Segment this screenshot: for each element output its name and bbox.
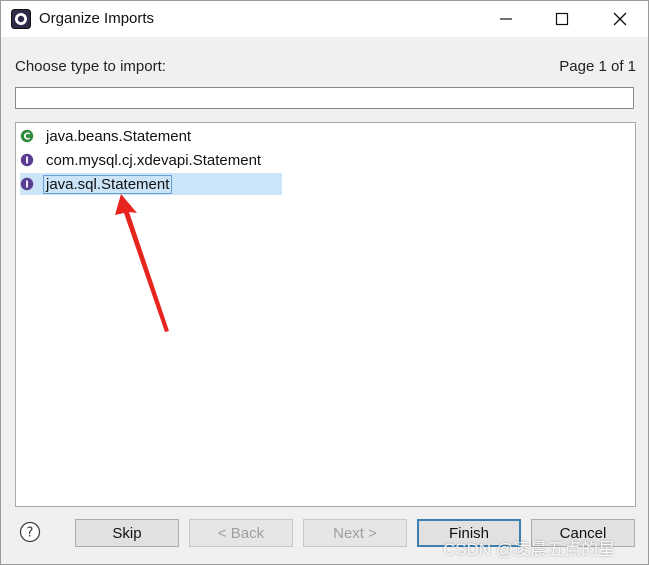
window-title: Organize Imports — [39, 10, 155, 27]
maximize-button[interactable] — [534, 1, 590, 37]
organize-imports-dialog: Organize Imports Choose type to import: … — [0, 0, 649, 565]
svg-text:C: C — [24, 132, 31, 143]
next-button[interactable]: Next > — [303, 519, 407, 547]
class-icon: C — [20, 129, 34, 143]
list-item-label: java.beans.Statement — [46, 127, 192, 145]
interface-icon: I — [20, 177, 34, 191]
eclipse-icon — [11, 9, 31, 29]
minimize-icon — [500, 18, 512, 20]
choose-type-label: Choose type to import: — [15, 58, 166, 75]
list-item[interactable]: I com.mysql.cj.xdevapi.Statement — [20, 149, 263, 171]
watermark: CSDN @凌晨五点的星 — [443, 540, 616, 559]
title-bar[interactable]: Organize Imports — [1, 1, 648, 37]
dialog-body: Choose type to import: Page 1 of 1 C jav… — [1, 37, 648, 564]
svg-text:I: I — [25, 156, 29, 167]
minimize-button[interactable] — [478, 1, 534, 37]
list-item-selected[interactable]: I java.sql.Statement — [20, 173, 282, 195]
type-list[interactable]: C java.beans.Statement I com.mysql.cj.xd… — [15, 122, 636, 507]
back-button[interactable]: < Back — [189, 519, 293, 547]
page-indicator: Page 1 of 1 — [559, 58, 636, 75]
type-filter-input[interactable] — [15, 87, 634, 109]
close-button[interactable] — [592, 1, 648, 37]
help-icon[interactable]: ? — [19, 521, 41, 543]
interface-icon: I — [20, 153, 34, 167]
list-item[interactable]: C java.beans.Statement — [20, 125, 193, 147]
svg-text:I: I — [25, 180, 29, 191]
list-item-label: com.mysql.cj.xdevapi.Statement — [46, 151, 262, 169]
close-icon — [613, 12, 627, 26]
list-item-label: java.sql.Statement — [42, 174, 173, 194]
svg-text:?: ? — [27, 526, 34, 541]
maximize-icon — [555, 12, 569, 26]
skip-button[interactable]: Skip — [75, 519, 179, 547]
